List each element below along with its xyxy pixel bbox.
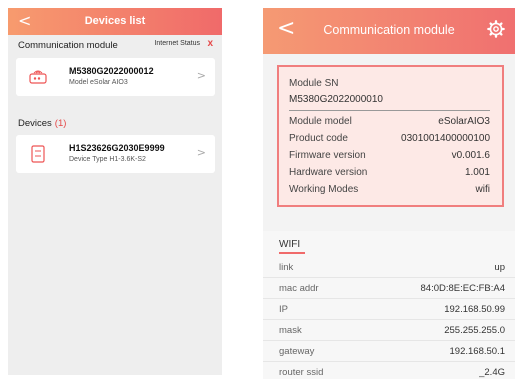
wifi-tab-underline (279, 252, 305, 254)
communication-module-section: Communication module Internet Status x (8, 35, 222, 55)
communication-module-card[interactable]: M5380G2022000012 Model eSolar AIO3 > (16, 58, 215, 96)
wifi-row-link: link up (263, 257, 515, 278)
devices-count: (1) (54, 118, 67, 129)
info-row-working-modes: Working Modes wifi (289, 184, 490, 195)
device-card[interactable]: H1S23626G2030E9999 Device Type H1-3.6K-S… (16, 135, 215, 173)
internet-status-offline-icon: x (207, 38, 213, 49)
router-icon (29, 70, 47, 84)
communication-module-header: < Communication module (263, 8, 515, 54)
info-row-module-model: Module model eSolarAIO3 (289, 116, 490, 127)
gear-icon[interactable] (487, 20, 505, 38)
module-serial-number: M5380G2022000012 (69, 66, 154, 76)
wifi-title: WIFI (279, 239, 301, 250)
chevron-right-icon: > (196, 146, 206, 159)
chevron-right-icon: > (196, 69, 206, 82)
wifi-row-mask: mask 255.255.255.0 (263, 320, 515, 341)
page-title: Communication module (323, 23, 455, 37)
devices-list-header: < Devices list (8, 8, 222, 35)
module-sn-value: M5380G2022000010 (289, 94, 383, 105)
divider (289, 110, 490, 111)
wifi-section: WIFI link up mac addr 84:0D:8E:EC:FB:A4 … (263, 231, 515, 379)
module-info-card: Module SN M5380G2022000010 Module model … (277, 65, 504, 207)
internet-status-label: Internet Status (154, 40, 200, 47)
communication-module-screen: < Communication module Module SN M5380G2… (263, 8, 515, 379)
device-type: Device Type H1-3.6K-S2 (69, 156, 146, 163)
communication-module-label: Communication module (18, 40, 118, 51)
info-row-hardware-version: Hardware version 1.001 (289, 167, 490, 178)
devices-list-screen: < Devices list Communication module Inte… (8, 8, 222, 375)
info-row-product-code: Product code 0301001400000100 (289, 133, 490, 144)
device-serial-number: H1S23626G2030E9999 (69, 143, 165, 153)
devices-label: Devices (18, 118, 52, 129)
wifi-row-gateway: gateway 192.168.50.1 (263, 341, 515, 362)
wifi-row-mac-addr: mac addr 84:0D:8E:EC:FB:A4 (263, 278, 515, 299)
wifi-row-ip: IP 192.168.50.99 (263, 299, 515, 320)
devices-section: Devices (1) (8, 113, 222, 133)
wifi-row-router-ssid: router ssid _2.4G (263, 362, 515, 379)
info-row-firmware-version: Firmware version v0.001.6 (289, 150, 490, 161)
module-sn-label: Module SN (289, 78, 339, 89)
module-model: Model eSolar AIO3 (69, 79, 128, 86)
page-title: Devices list (84, 15, 146, 27)
inverter-icon (31, 145, 45, 163)
